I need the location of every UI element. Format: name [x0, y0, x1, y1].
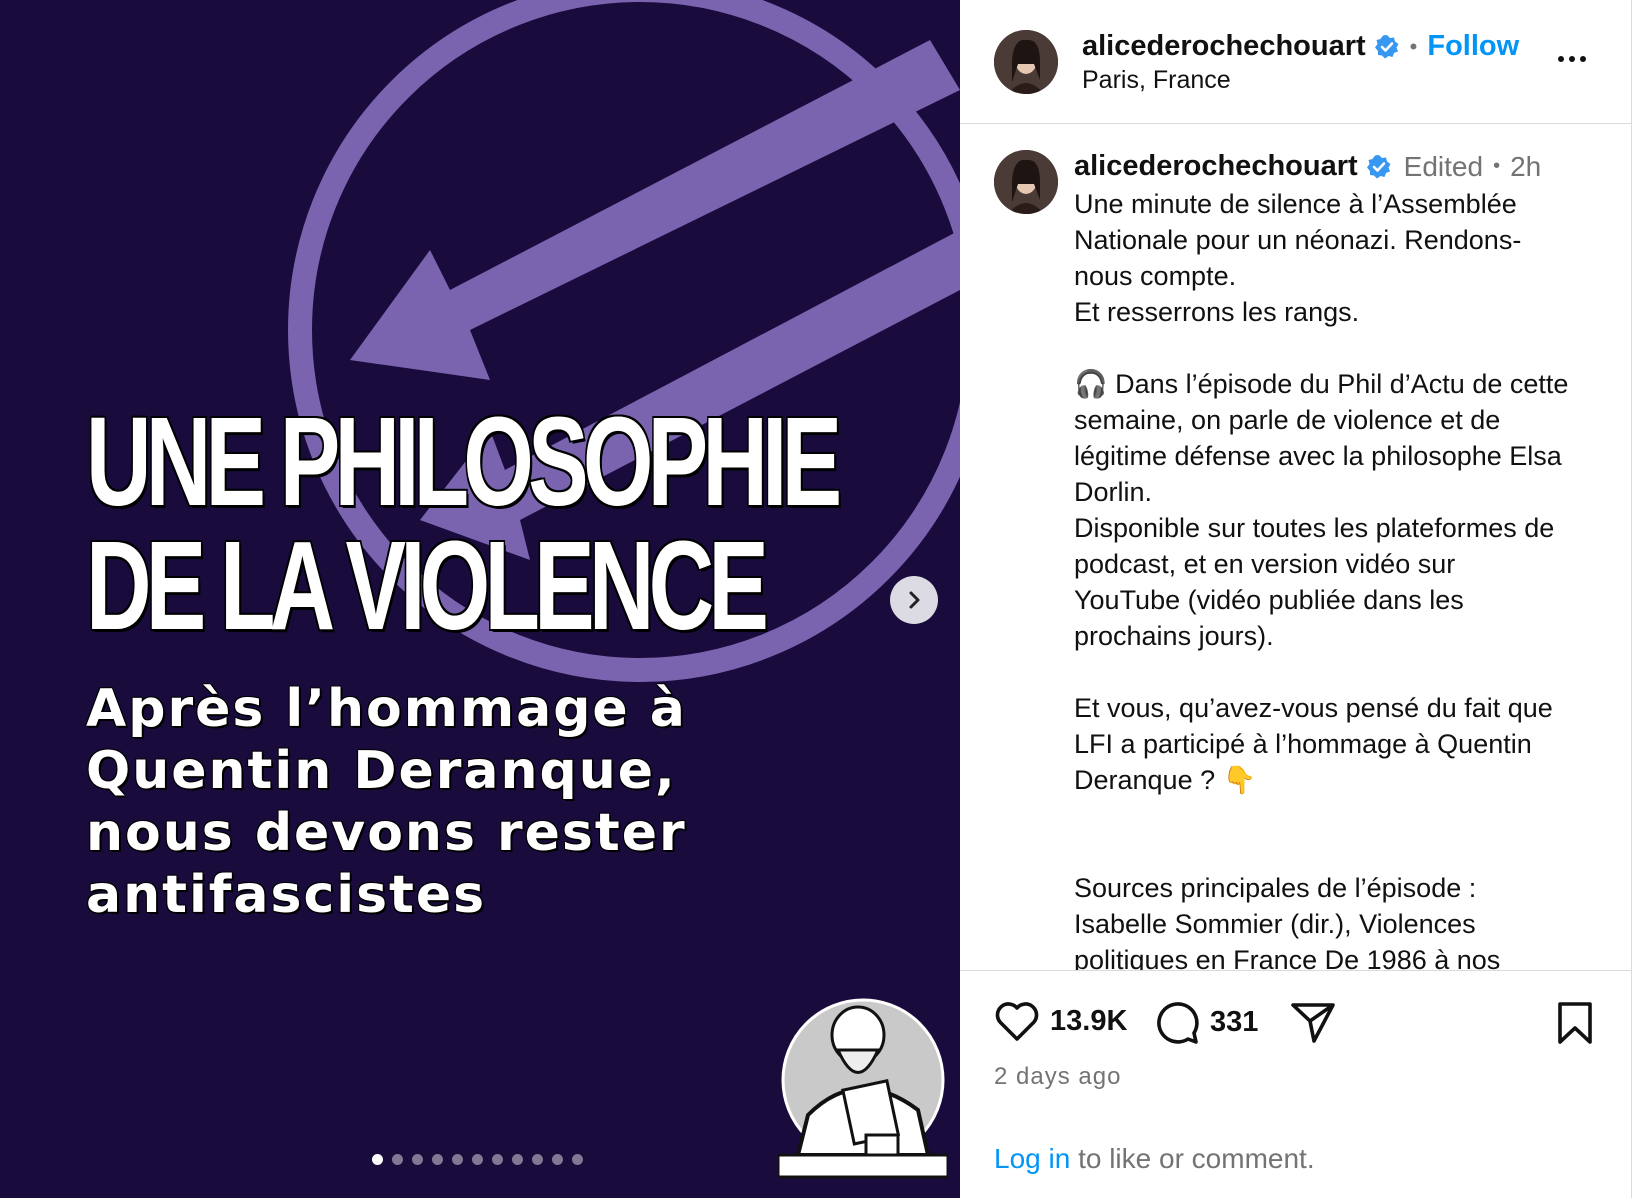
caption-line: Et vous, qu’avez-vous pensé du fait que [1074, 693, 1553, 723]
carousel-dot [372, 1154, 383, 1165]
like-button[interactable]: 13.9K [994, 999, 1127, 1043]
instagram-post: UNE PHILOSOPHIE DE LA VIOLENCE Après l’h… [0, 0, 1632, 1198]
post-location[interactable]: Paris, France [1082, 66, 1231, 95]
carousel-dot [512, 1154, 523, 1165]
caption-line: Nationale pour un néonazi. Rendons- [1074, 225, 1522, 255]
carousel-next-button[interactable] [890, 576, 938, 624]
slide-headline: UNE PHILOSOPHIE DE LA VIOLENCE [86, 391, 842, 656]
separator-dot: • [1409, 33, 1418, 59]
separator-dot: • [1493, 155, 1501, 177]
paper-plane-icon [1291, 1003, 1335, 1043]
verified-badge-icon [1366, 154, 1391, 178]
headline-line-1: UNE PHILOSOPHIE [86, 391, 842, 532]
slide-subheading: Après l’hommage à Quentin Deranque, nous… [86, 678, 726, 926]
avatar-image [994, 30, 1058, 94]
post-media[interactable]: UNE PHILOSOPHIE DE LA VIOLENCE Après l’h… [0, 0, 960, 1198]
like-count[interactable]: 13.9K [1050, 1005, 1127, 1038]
caption-line: Sources principales de l’épisode : [1074, 873, 1477, 903]
subhead-line-3: nous devons rester [86, 803, 687, 863]
caption-line: semaine, on parle de violence et de [1074, 405, 1501, 435]
author-username[interactable]: alicederochechouart [1082, 30, 1366, 63]
more-options-icon [1558, 56, 1564, 62]
comment-bubble-icon [1157, 1002, 1199, 1044]
save-button[interactable] [1556, 1001, 1594, 1045]
follow-button[interactable]: Follow [1427, 30, 1519, 63]
headline-line-2: DE LA VIOLENCE [86, 515, 769, 656]
avatar[interactable] [994, 30, 1058, 94]
login-link[interactable]: Log in [994, 1143, 1070, 1174]
login-prompt-text: to like or comment. [1070, 1143, 1315, 1174]
carousel-dot [392, 1154, 403, 1165]
edited-label: Edited [1403, 150, 1484, 182]
login-prompt: Log in to like or comment. [994, 1143, 1315, 1175]
caption-line: Isabelle Sommier (dir.), Violences [1074, 909, 1476, 939]
avatar-image [994, 150, 1058, 214]
post-actions: 13.9K 331 2 days ago Log in to like or c… [960, 970, 1632, 1198]
caption-username[interactable]: alicederochechouart [1074, 150, 1358, 183]
caption-text: Une minute de silence à l’Assemblée Nati… [1074, 186, 1614, 970]
philosopher-logo-badge [778, 998, 948, 1179]
caption-line: légitime défense avec la philosophe Elsa [1074, 441, 1562, 471]
subhead-line-2: Quentin Deranque, [86, 741, 677, 801]
more-options-icon [1580, 56, 1586, 62]
carousel-dot [572, 1154, 583, 1165]
subhead-line-4: antifascistes [86, 865, 487, 925]
bookmark-icon [1558, 1002, 1592, 1044]
caption-line: podcast, et en version vidéo sur [1074, 549, 1456, 579]
avatar[interactable] [994, 150, 1058, 214]
chevron-right-icon [909, 591, 920, 609]
verified-badge-icon [1374, 34, 1399, 58]
carousel-dot [412, 1154, 423, 1165]
more-options-button[interactable] [1552, 44, 1592, 74]
caption-line: 🎧 Dans l’épisode du Phil d’Actu de cette [1074, 369, 1569, 399]
caption-line: Disponible sur toutes les plateformes de [1074, 513, 1555, 543]
caption-line: Deranque ? 👇 [1074, 765, 1257, 795]
post-header: alicederochechouart • Follow Paris, Fran… [960, 0, 1632, 124]
post-side-panel: alicederochechouart • Follow Paris, Fran… [960, 0, 1632, 1198]
more-options-icon [1569, 56, 1575, 62]
caption-age[interactable]: 2h [1510, 151, 1541, 183]
carousel-dot [552, 1154, 563, 1165]
subhead-line-1: Après l’hommage à [86, 679, 687, 739]
carousel-dot [432, 1154, 443, 1165]
post-timestamp[interactable]: 2 days ago [994, 1063, 1121, 1091]
caption-line: Une minute de silence à l’Assemblée [1074, 189, 1517, 219]
share-button[interactable] [1290, 1001, 1336, 1045]
caption-line: politiques en France De 1986 à nos [1074, 945, 1501, 970]
carousel-dot [532, 1154, 543, 1165]
caption-line: Dorlin. [1074, 477, 1153, 507]
caption-line: LFI a participé à l’hommage à Quentin [1074, 729, 1532, 759]
carousel-dot [452, 1154, 463, 1165]
heart-icon [995, 1002, 1039, 1041]
carousel-dot [472, 1154, 483, 1165]
comment-button[interactable]: 331 [1154, 999, 1258, 1045]
caption-scroll-area[interactable]: alicederochechouart Edited • 2h Une minu… [960, 124, 1632, 970]
caption-header: alicederochechouart Edited • 2h [1074, 150, 1541, 183]
caption-line: nous compte. [1074, 261, 1237, 291]
carousel-indicator [372, 1154, 583, 1165]
caption-line: prochains jours). [1074, 621, 1274, 651]
comment-count[interactable]: 331 [1210, 1006, 1258, 1039]
caption-line: YouTube (vidéo publiée dans les [1074, 585, 1464, 615]
header-name-row: alicederochechouart • Follow [1082, 30, 1519, 63]
carousel-dot [492, 1154, 503, 1165]
caption-line: Et resserrons les rangs. [1074, 297, 1360, 327]
